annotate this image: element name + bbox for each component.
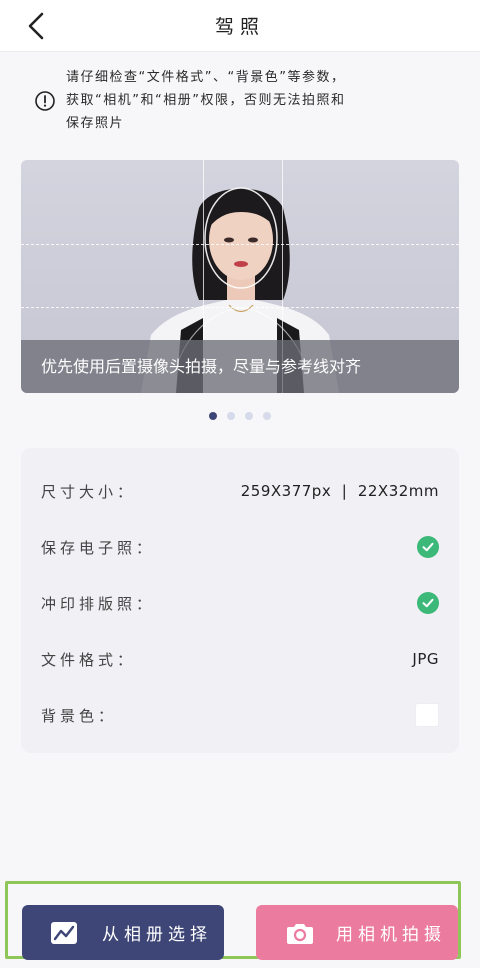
carousel-dot-active[interactable]: [209, 412, 217, 420]
choose-from-album-button[interactable]: 从相册选择: [22, 905, 224, 960]
page-title: 驾照: [214, 16, 265, 38]
carousel-indicator: [0, 412, 480, 420]
check-circle-icon: [417, 592, 439, 614]
print-layout-label: 冲印排版照：: [41, 594, 156, 613]
spec-row-background: 背景色：: [41, 700, 439, 730]
preview-caption: 优先使用后置摄像头拍摄，尽量与参考线对齐: [21, 340, 459, 393]
choose-from-album-label: 从相册选择: [102, 925, 212, 945]
background-color-swatch: [415, 703, 439, 727]
background-color-label: 背景色：: [41, 706, 118, 725]
file-format-label: 文件格式：: [41, 650, 137, 669]
header-bar: 驾照: [0, 0, 480, 52]
alert-circle-icon: [35, 91, 55, 111]
photo-spec-card: 尺寸大小： 259X377px | 22X32mm 保存电子照： 冲印排版照： …: [21, 448, 459, 753]
take-photo-button[interactable]: 用相机拍摄: [256, 905, 458, 960]
file-format-value: JPG: [412, 650, 439, 668]
size-label: 尺寸大小：: [41, 482, 137, 501]
guide-line-horizontal: [21, 244, 459, 245]
size-value: 259X377px | 22X32mm: [240, 482, 439, 500]
image-gallery-icon: [51, 921, 77, 944]
spec-row-size: 尺寸大小： 259X377px | 22X32mm: [41, 476, 439, 506]
carousel-dot[interactable]: [227, 412, 235, 420]
camera-icon: [287, 923, 313, 944]
notice-line: 获取“相机”和“相册”权限，否则无法拍照和: [66, 93, 346, 108]
spec-row-format: 文件格式： JPG: [41, 644, 439, 674]
guide-line-horizontal: [21, 307, 459, 308]
permission-notice: 请仔细检查“文件格式”、“背景色”等参数， 获取“相机”和“相册”权限，否则无法…: [34, 66, 444, 135]
check-circle-icon: [417, 536, 439, 558]
carousel-dot[interactable]: [263, 412, 271, 420]
carousel-dot[interactable]: [245, 412, 253, 420]
notice-line: 保存照片: [66, 116, 125, 131]
take-photo-label: 用相机拍摄: [336, 925, 446, 945]
spec-row-print: 冲印排版照：: [41, 588, 439, 618]
digital-photo-label: 保存电子照：: [41, 538, 156, 557]
id-photo-page: 驾照 请仔细检查“文件格式”、“背景色”等参数， 获取“相机”和“相册”权限，否…: [0, 0, 480, 968]
spec-row-digital: 保存电子照：: [41, 532, 439, 562]
notice-line: 请仔细检查“文件格式”、“背景色”等参数，: [66, 70, 346, 85]
notice-text: 请仔细检查“文件格式”、“背景色”等参数， 获取“相机”和“相册”权限，否则无法…: [66, 66, 345, 135]
sample-photo-preview[interactable]: 优先使用后置摄像头拍摄，尽量与参考线对齐: [21, 160, 459, 393]
